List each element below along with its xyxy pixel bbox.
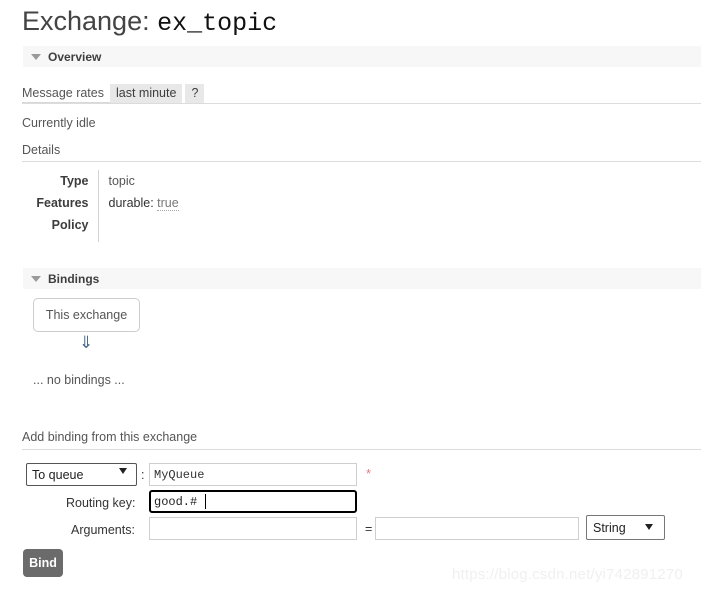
argument-value-input[interactable] (375, 517, 579, 540)
destination-type-select[interactable]: To queue (26, 463, 137, 486)
message-rates-divider (22, 103, 701, 104)
table-row: Policy (22, 214, 179, 242)
feature-durable-value: true (157, 196, 179, 211)
details-value-features: durable: true (97, 192, 179, 214)
chevron-down-icon (645, 524, 653, 530)
bind-button[interactable]: Bind (23, 549, 63, 577)
rates-period-tab-last-minute[interactable]: last minute (109, 84, 183, 103)
required-field-marker: * (366, 466, 372, 481)
rates-help-icon[interactable]: ? (185, 84, 205, 103)
text-cursor (205, 494, 206, 509)
routing-key-label: Routing key: (66, 496, 136, 510)
section-header-overview-label: Overview (48, 49, 102, 64)
binding-source-label: This exchange (45, 308, 128, 322)
chevron-down-icon (31, 276, 41, 282)
routing-key-input[interactable] (149, 490, 357, 513)
rates-status-text: Currently idle (22, 116, 96, 130)
binding-source-box: This exchange (33, 298, 140, 332)
page-title-prefix: Exchange: (22, 6, 158, 36)
details-divider (22, 161, 701, 162)
section-header-bindings-label: Bindings (48, 271, 100, 286)
details-key-features: Features (36, 196, 89, 210)
feature-durable-key: durable: (108, 196, 154, 210)
add-binding-divider (22, 449, 701, 450)
table-row: Type topic (22, 170, 179, 192)
details-value-type: topic (97, 170, 179, 192)
argument-key-input[interactable] (149, 517, 357, 540)
message-rates-row: Message rates last minute ? (22, 84, 205, 103)
arguments-label: Arguments: (71, 523, 135, 537)
details-table: Type topic Features durable: true Policy (22, 170, 179, 242)
destination-input[interactable] (149, 463, 357, 486)
chevron-down-icon (31, 54, 41, 60)
page-title-exchange-name: ex_topic (157, 9, 278, 38)
section-header-overview[interactable]: Overview (23, 46, 701, 67)
table-row: Features durable: true (22, 192, 179, 214)
details-value-policy (97, 214, 179, 242)
watermark-text: https://blog.csdn.net/yi742891270 (452, 566, 683, 583)
add-binding-section-label: Add binding from this exchange (22, 430, 198, 444)
double-down-arrow-icon: ⇓ (79, 333, 94, 352)
argument-type-select[interactable]: String (586, 515, 665, 540)
argument-equals-sign: = (365, 522, 373, 536)
details-label: Details (22, 143, 61, 157)
section-header-bindings[interactable]: Bindings (23, 268, 701, 289)
details-key-policy: Policy (51, 218, 89, 232)
details-key-type: Type (60, 174, 89, 188)
message-rates-label: Message rates (22, 84, 110, 103)
no-bindings-text: ... no bindings ... (33, 373, 125, 387)
destination-colon: : (141, 468, 145, 482)
chevron-down-icon (119, 468, 127, 474)
page-title: Exchange: ex_topic (22, 6, 277, 38)
